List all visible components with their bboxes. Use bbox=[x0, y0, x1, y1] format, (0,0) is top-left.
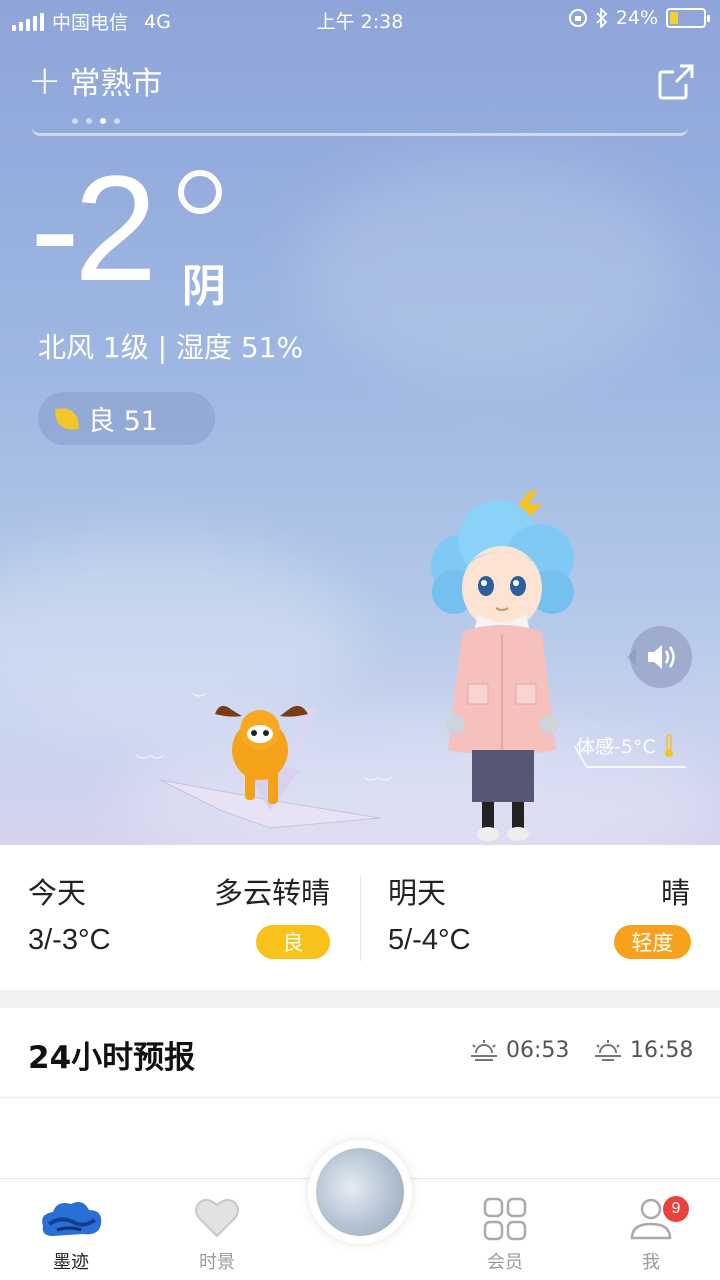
page-dot bbox=[72, 118, 78, 124]
sunrise: 06:53 bbox=[470, 1038, 569, 1063]
tab-moji[interactable] bbox=[26, 1196, 116, 1248]
card-edge bbox=[32, 128, 688, 136]
notification-badge: 9 bbox=[663, 1196, 689, 1222]
degree-symbol bbox=[178, 170, 222, 214]
sunset-time: 16:58 bbox=[630, 1038, 694, 1063]
tomorrow-range: 5/-4°C bbox=[388, 924, 471, 956]
tab-label-moji: 墨迹 bbox=[53, 1252, 89, 1273]
wind-humidity: 北风 1级 | 湿度 51% bbox=[38, 331, 304, 364]
today-aqi-badge: 良 bbox=[256, 925, 330, 959]
add-city-icon[interactable]: + bbox=[28, 61, 62, 101]
tab-label-me: 我 bbox=[642, 1252, 660, 1273]
center-scene-button[interactable] bbox=[308, 1140, 412, 1244]
current-temperature: -2 bbox=[30, 144, 157, 312]
character-girl-illustration bbox=[431, 490, 574, 841]
today-range: 3/-3°C bbox=[28, 924, 111, 956]
leaf-icon bbox=[55, 406, 79, 431]
share-icon[interactable] bbox=[656, 62, 696, 102]
tab-member[interactable] bbox=[460, 1196, 550, 1246]
grid-icon bbox=[483, 1197, 527, 1241]
sunset: 16:58 bbox=[594, 1038, 693, 1063]
tab-label-member: 会员 bbox=[487, 1252, 523, 1273]
today-condition: 多云转晴 bbox=[213, 876, 330, 910]
battery-level-fill bbox=[670, 12, 678, 24]
aqi-pill[interactable]: 良 51 bbox=[38, 392, 215, 445]
weather-hero: 中国电信 4G 上午 2:38 24% + 常熟市 -2 阴 北风 1级 | 湿… bbox=[0, 0, 720, 845]
speaker-icon bbox=[648, 645, 675, 669]
page-dot bbox=[86, 118, 92, 124]
daily-forecast-card[interactable] bbox=[0, 845, 720, 990]
city-name: 常熟市 bbox=[69, 66, 163, 102]
tomorrow-label: 明天 bbox=[388, 876, 447, 910]
page-indicator bbox=[72, 118, 120, 124]
paper-crane-moose-illustration bbox=[159, 705, 381, 829]
city-selector[interactable]: + 常熟市 bbox=[28, 58, 163, 103]
section-separator bbox=[0, 990, 720, 1008]
sunrise-icon bbox=[471, 1039, 497, 1061]
rotation-lock-icon bbox=[568, 9, 587, 27]
feels-like-text: 体感-5°C bbox=[576, 736, 656, 758]
divider bbox=[360, 875, 361, 961]
tab-scenes[interactable] bbox=[172, 1196, 262, 1244]
tomorrow-condition: 晴 bbox=[660, 876, 690, 910]
today-label: 今天 bbox=[28, 876, 87, 910]
aqi-text: 良 51 bbox=[88, 406, 158, 437]
tomorrow-aqi-badge: 轻度 bbox=[614, 925, 691, 959]
moji-cloud-icon bbox=[42, 1202, 102, 1236]
status-bar: 中国电信 4G 上午 2:38 24% bbox=[0, 0, 720, 38]
cloud-haze bbox=[300, 160, 680, 380]
sunrise-time: 06:53 bbox=[506, 1038, 570, 1063]
feels-like: 体感-5°C bbox=[576, 732, 676, 759]
battery-percent: 24% bbox=[615, 7, 658, 29]
hourly-title: 24小时预报 bbox=[28, 1040, 196, 1076]
tab-label-scenes: 时景 bbox=[199, 1252, 235, 1273]
thermometer-icon bbox=[664, 733, 673, 757]
voice-broadcast-button[interactable] bbox=[627, 626, 692, 688]
bluetooth-icon bbox=[596, 8, 608, 28]
sunset-icon bbox=[595, 1039, 621, 1061]
page-dot bbox=[114, 118, 120, 124]
current-condition: 阴 bbox=[182, 261, 226, 312]
heart-icon bbox=[195, 1199, 239, 1238]
page-dot-active bbox=[100, 118, 106, 124]
sky-thumbnail bbox=[316, 1148, 404, 1236]
battery-icon bbox=[666, 8, 710, 28]
